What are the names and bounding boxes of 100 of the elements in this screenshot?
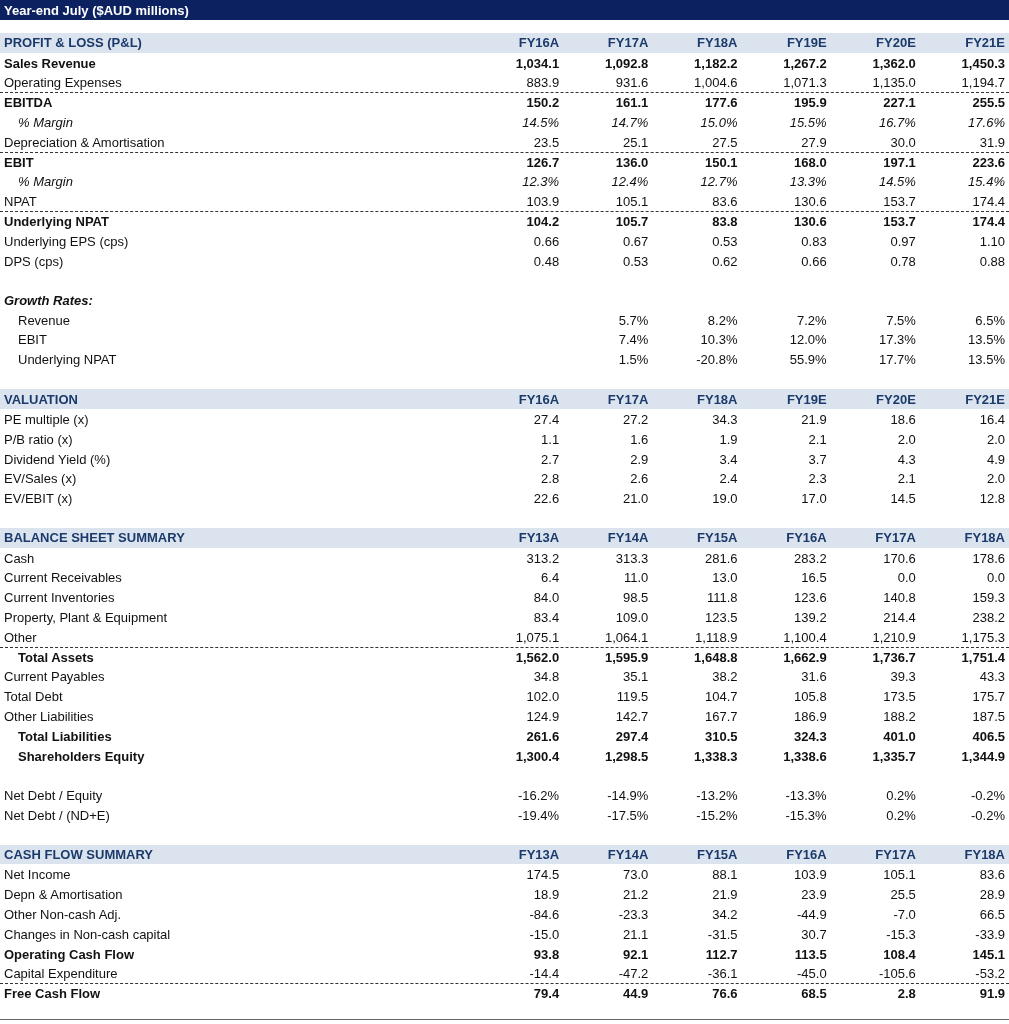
table-cell-text: 55.9% (788, 352, 827, 368)
table-cell-text: 1,034.1 (514, 55, 560, 71)
table-cell-text: -14.9% (606, 788, 649, 804)
subheading: Growth Rates: (4, 292, 94, 308)
table-cell-text: 13.0 (711, 570, 738, 586)
table-cell-text: 1,092.8 (603, 55, 649, 71)
table-cell-text: 16.4 (978, 412, 1005, 428)
table-cell-text: 1,335.7 (871, 748, 916, 764)
table-cell-text: 83.8 (711, 214, 738, 230)
table-cell-text: 2.1 (896, 471, 916, 487)
row-label: Capital Expenditure (4, 966, 119, 982)
row-label: % Margin (17, 174, 74, 190)
table-cell-text: 22.6 (532, 491, 560, 507)
table-cell-text: 18.9 (532, 887, 560, 903)
column-header: FY17A (874, 847, 916, 863)
table-cell-text: 150.1 (703, 154, 738, 170)
table-cell-text: 68.5 (800, 986, 827, 1002)
table-cell-text: 7.5% (885, 312, 916, 328)
table-cell-text: 27.9 (800, 134, 827, 150)
column-header: FY13A (517, 530, 560, 546)
table-cell-text: 0.62 (711, 253, 738, 269)
table-cell-text: 283.2 (793, 550, 827, 566)
row-label: Dividend Yield (%) (4, 451, 112, 467)
row-label: Changes in Non-cash capital (4, 926, 172, 942)
table-cell-text: -0.2% (970, 788, 1005, 804)
table-cell-text: 1,135.0 (871, 75, 916, 91)
table-cell-text: 4.3 (896, 451, 916, 467)
table-cell-text: 7.2% (796, 312, 827, 328)
table-cell-text: 153.7 (882, 214, 916, 230)
row-label: Revenue (17, 312, 72, 328)
row-label: EBITDA (4, 95, 54, 111)
table-cell-text: 1.1 (540, 431, 560, 447)
table-cell-text: 142.7 (614, 709, 649, 724)
table-cell-text: 0.66 (532, 233, 560, 249)
table-cell-text: -15.3% (784, 807, 827, 823)
table-cell-text: 93.8 (532, 946, 560, 962)
row-label: Total Liabilities (17, 728, 113, 744)
table-cell-text: 126.7 (525, 154, 560, 170)
row-label: EV/Sales (x) (4, 471, 78, 487)
row-label: PE multiple (x) (4, 412, 90, 428)
table-cell-text: 238.2 (971, 610, 1005, 625)
table-cell-text: 2.0 (985, 471, 1005, 487)
table-cell-text: 17.3% (877, 332, 916, 348)
table-cell-text: 255.5 (971, 95, 1005, 111)
table-cell-text: 195.9 (793, 95, 827, 111)
table-cell-text: 174.5 (525, 867, 560, 883)
table-cell-text: 1,100.4 (782, 629, 827, 645)
table-cell-text: 197.1 (882, 154, 916, 170)
table-cell-text: 2.0 (896, 431, 916, 447)
row-label: Current Receivables (4, 570, 123, 586)
table-cell-text: 6.5% (974, 312, 1005, 328)
table-cell-text: 1,004.6 (693, 75, 738, 91)
table-cell-text: 3.4 (718, 451, 738, 467)
table-cell-text: 1,298.5 (603, 748, 649, 764)
table-cell-text: 119.5 (615, 689, 649, 705)
table-cell-text: 31.6 (800, 669, 827, 685)
row-label: EV/EBIT (x) (4, 491, 74, 507)
table-cell-text: 23.5 (532, 134, 560, 150)
table-cell-text: -15.0 (528, 926, 560, 942)
table-cell-text: 0.53 (711, 233, 738, 249)
table-cell-text: 1,751.4 (960, 649, 1005, 665)
table-cell-text: -13.3% (784, 788, 827, 804)
table-cell-text: 1,182.2 (693, 55, 738, 71)
table-cell-text: 105.1 (882, 867, 916, 883)
column-header: FY16A (785, 847, 827, 863)
row-label: Depreciation & Amortisation (4, 134, 166, 150)
table-cell-text: 19.0 (711, 491, 738, 507)
table-cell-text: 0.97 (889, 233, 916, 249)
table-cell-text: 21.9 (800, 412, 827, 428)
table-cell-text: 98.5 (622, 590, 649, 606)
table-cell-text: 8.2% (706, 312, 738, 328)
table-cell-text: 21.9 (711, 887, 738, 903)
table-cell-text: 2.1 (807, 431, 827, 447)
table-cell-text: 14.5 (889, 491, 916, 507)
table-cell-text: 1,071.3 (782, 75, 827, 91)
column-header: FY15A (696, 530, 738, 546)
table-cell-text: 123.5 (703, 610, 738, 625)
table-cell-text: 1.9 (718, 431, 738, 447)
table-cell-text: 31.9 (978, 134, 1005, 150)
table-cell-text: 38.2 (711, 669, 738, 685)
column-header: FY16A (517, 391, 560, 407)
table-cell-text: 2.4 (718, 471, 738, 487)
table-cell-text: 313.3 (614, 550, 649, 566)
table-cell-text: 0.0 (896, 570, 916, 586)
table-cell-text: -45.0 (796, 966, 827, 982)
row-label: Cash (4, 550, 36, 566)
table-cell-text: 150.2 (525, 95, 560, 111)
table-cell-text: 13.5% (967, 332, 1005, 348)
table-cell-text: 1,362.0 (871, 55, 916, 71)
table-cell-text: 261.6 (525, 728, 560, 744)
table-cell-text: 27.5 (711, 134, 738, 150)
table-cell-text: 0.48 (532, 253, 560, 269)
table-cell-text: 34.2 (711, 906, 738, 922)
table-cell-text: 17.7% (877, 352, 916, 368)
table-cell-text: 23.9 (800, 887, 827, 903)
table-cell-text: 1,562.0 (514, 649, 560, 665)
row-label: Sales Revenue (4, 55, 97, 71)
row-label: EBIT (17, 332, 48, 348)
column-header: FY18A (963, 530, 1005, 546)
table-cell-text: 130.6 (793, 194, 827, 210)
